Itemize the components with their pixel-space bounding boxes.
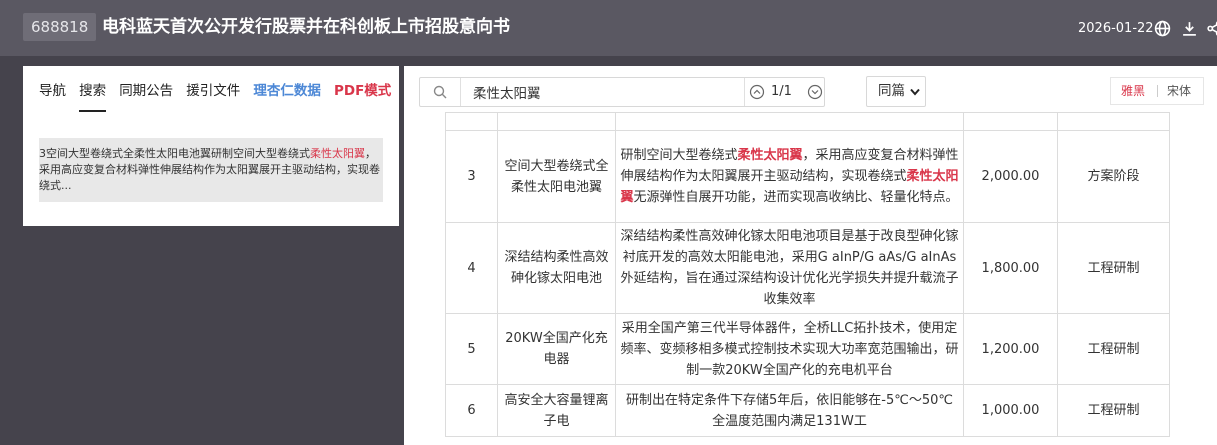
content-text: 采用全国产第三代半导体器件，全桥LLC拓扑技术，使用定频率、变频移相多模式控制技… — [620, 320, 959, 378]
download-icon[interactable] — [1181, 20, 1198, 37]
stage-cell: 工程研制 — [1057, 313, 1170, 385]
row-number-cell: 3 — [445, 130, 498, 223]
document-title: 电科蓝天首次公开发行股票并在科创板上市招股意向书 — [102, 17, 510, 37]
project-name-cell: 高安全大容量锂离子电 — [497, 384, 616, 437]
table-cell — [445, 112, 498, 131]
project-content-cell: 研制出在特定条件下存储5年后，依旧能够在-5℃～50℃全温度范围内满足131W工 — [615, 384, 964, 437]
document-viewer: 1/1 同篇 雅黑 宋体 3空间大型卷绕式全柔性太阳电池翼研制空间大型卷绕式柔性… — [404, 66, 1217, 445]
content-text: 研制出在特定条件下存储5年后，依旧能够在-5℃～50℃全温度范围内满足131W工 — [626, 392, 953, 429]
left-tabs: 导航 搜索 同期公告 援引文件 理杏仁数据 PDF模式 — [39, 80, 399, 114]
share-icon[interactable] — [1206, 20, 1217, 37]
table-row: 5 20KW全国产化充电器 采用全国产第三代半导体器件，全桥LLC拓扑技术，使用定频… — [445, 313, 1170, 385]
project-content-cell: 研制空间大型卷绕式柔性太阳翼，采用高应变复合材料弹性伸展结构作为太阳翼展开主驱动… — [615, 130, 964, 223]
table-row: 3 空间大型卷绕式全柔性太阳电池翼 研制空间大型卷绕式柔性太阳翼，采用高应变复合材料… — [445, 130, 1170, 223]
result-count: 1/1 — [771, 84, 792, 99]
table-row-partial — [445, 112, 1170, 131]
table-cell — [963, 112, 1058, 131]
table-row: 6 高安全大容量锂离子电 研制出在特定条件下存储5年后，依旧能够在-5℃～50℃全温… — [445, 384, 1170, 437]
table-cell — [615, 112, 964, 131]
table-cell — [497, 112, 616, 131]
tab-search[interactable]: 搜索 — [79, 82, 107, 112]
project-name-cell: 深结结构柔性高效砷化镓太阳电池 — [497, 222, 616, 314]
research-projects-table: 3 空间大型卷绕式全柔性太阳电池翼 研制空间大型卷绕式柔性太阳翼，采用高应变复合材料… — [445, 112, 1170, 437]
project-content-cell: 采用全国产第三代半导体器件，全桥LLC拓扑技术，使用定频率、变频移相多模式控制技… — [615, 313, 964, 385]
stage-cell: 方案阶段 — [1057, 130, 1170, 223]
search-icon[interactable] — [420, 78, 461, 106]
amount-cell: 1,200.00 — [963, 313, 1058, 385]
content-text: 深结结构柔性高效砷化镓太阳电池项目是基于改良型砷化镓衬底开发的高效太阳能电池，采… — [620, 229, 959, 307]
prev-result-icon[interactable] — [749, 84, 765, 100]
row-number-cell: 6 — [445, 384, 498, 437]
search-nav: 1/1 — [744, 78, 827, 106]
amount-cell: 2,000.00 — [963, 130, 1058, 223]
project-name-cell: 空间大型卷绕式全柔性太阳电池翼 — [497, 130, 616, 223]
tab-pdf-mode[interactable]: PDF模式 — [334, 82, 391, 112]
font-switch-divider — [1157, 85, 1158, 97]
search-bar: 1/1 — [419, 77, 825, 107]
amount-cell: 1,000.00 — [963, 384, 1058, 437]
top-bar: 688818 电科蓝天首次公开发行股票并在科创板上市招股意向书 2026-01-… — [0, 0, 1217, 56]
table-cell — [1057, 112, 1170, 131]
search-result-item[interactable]: 3空间大型卷绕式全柔性太阳电池翼研制空间大型卷绕式柔性太阳翼，采用高应变复合材料… — [39, 138, 383, 202]
stage-cell: 工程研制 — [1057, 222, 1170, 314]
amount-cell: 1,800.00 — [963, 222, 1058, 314]
tab-lixinger-data[interactable]: 理杏仁数据 — [253, 82, 321, 112]
chevron-down-icon — [910, 88, 920, 96]
scope-select-value: 同篇 — [878, 83, 905, 99]
table-row: 4 深结结构柔性高效砷化镓太阳电池 深结结构柔性高效砷化镓太阳电池项目是基于改良型砷… — [445, 222, 1170, 314]
search-highlight: 柔性太阳翼 — [737, 148, 803, 163]
font-switch: 雅黑 宋体 — [1110, 77, 1204, 105]
project-name-cell: 20KW全国产化充电器 — [497, 313, 616, 385]
tab-concurrent-announcements[interactable]: 同期公告 — [119, 82, 173, 112]
row-number-cell: 4 — [445, 222, 498, 314]
search-input[interactable] — [461, 78, 767, 106]
result-text-highlight: 柔性太阳翼 — [310, 147, 365, 160]
stage-cell: 工程研制 — [1057, 384, 1170, 437]
content-text: 研制空间大型卷绕式 — [620, 148, 738, 163]
font-option-yahei[interactable]: 雅黑 — [1121, 78, 1145, 104]
content-text: 无源弹性自展开功能，进而实现高收纳比、轻量化特点。 — [633, 190, 959, 205]
tab-cited-files[interactable]: 援引文件 — [186, 82, 240, 112]
document-date: 2026-01-22 — [1078, 21, 1154, 36]
stock-code-badge: 688818 — [23, 13, 97, 41]
row-number-cell: 5 — [445, 313, 498, 385]
left-panel: 导航 搜索 同期公告 援引文件 理杏仁数据 PDF模式 3空间大型卷绕式全柔性太… — [23, 66, 399, 226]
font-option-songti[interactable]: 宋体 — [1167, 78, 1191, 104]
project-content-cell: 深结结构柔性高效砷化镓太阳电池项目是基于改良型砷化镓衬底开发的高效太阳能电池，采… — [615, 222, 964, 314]
tab-navigation[interactable]: 导航 — [39, 82, 66, 112]
scope-select[interactable]: 同篇 — [866, 76, 926, 107]
globe-icon[interactable] — [1154, 20, 1171, 37]
next-result-icon[interactable] — [807, 84, 823, 100]
result-text-prefix: 3空间大型卷绕式全柔性太阳电池翼研制空间大型卷绕式 — [39, 147, 310, 160]
